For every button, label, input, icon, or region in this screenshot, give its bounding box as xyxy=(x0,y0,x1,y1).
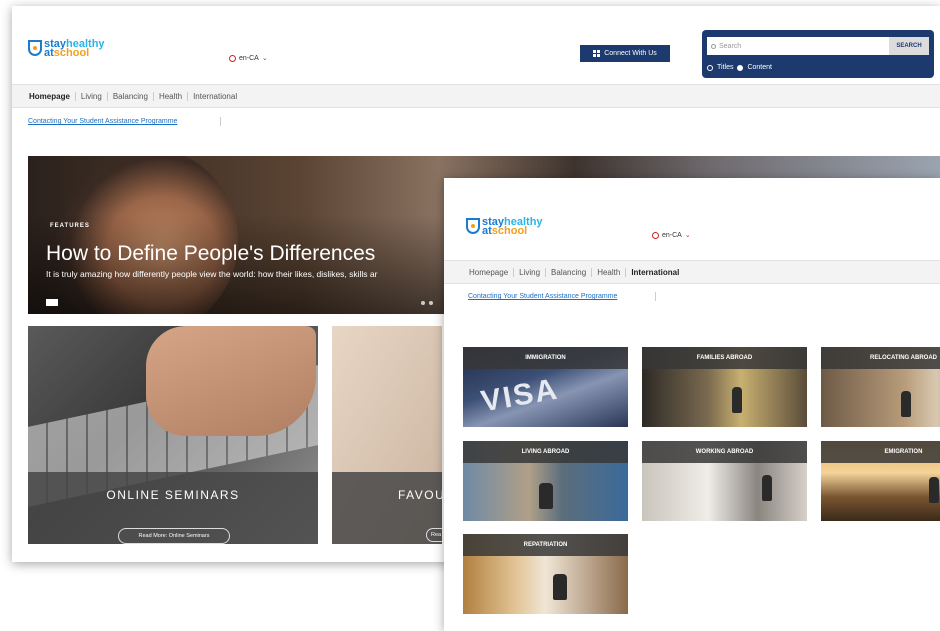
card-caption: ONLINE SEMINARS xyxy=(106,488,240,502)
hero-description: It is truly amazing how differently peop… xyxy=(46,269,378,279)
tile-label: LIVING ABROAD xyxy=(463,441,628,463)
tile-label: RELOCATING ABROAD xyxy=(821,347,940,369)
favourites-card[interactable]: FAVOU Rea xyxy=(332,326,442,544)
nav-international[interactable]: International xyxy=(188,92,242,101)
nav-balancing[interactable]: Balancing xyxy=(108,91,154,101)
nav-living[interactable]: Living xyxy=(514,267,547,277)
contact-sap-link[interactable]: Contacting Your Student Assistance Progr… xyxy=(28,118,177,125)
content-radio[interactable] xyxy=(737,64,744,71)
read-more-button[interactable]: Read More: Online Seminars xyxy=(118,528,230,544)
tile-emigration[interactable]: EMIGRATION xyxy=(821,441,940,521)
site-logo[interactable]: stayhealthy atschool xyxy=(28,39,105,59)
hero-badge: FEATURES xyxy=(50,223,90,229)
tile-label: FAMILIES ABROAD xyxy=(642,347,807,369)
search-panel: Search SEARCH Titles Content xyxy=(702,30,934,78)
nav-homepage[interactable]: Homepage xyxy=(464,267,515,277)
divider xyxy=(220,117,221,126)
main-nav: Homepage Living Balancing Health Interna… xyxy=(444,260,940,284)
tile-immigration[interactable]: VISA IMMIGRATION xyxy=(463,347,628,427)
globe-icon xyxy=(652,231,659,239)
search-button[interactable]: SEARCH xyxy=(889,37,929,55)
carousel-dots[interactable] xyxy=(421,301,433,305)
hero-title[interactable]: How to Define People's Differences xyxy=(46,242,375,266)
nav-living[interactable]: Living xyxy=(76,91,108,101)
nav-international[interactable]: International xyxy=(626,268,684,277)
nav-health[interactable]: Health xyxy=(592,267,627,277)
tile-label: WORKING ABROAD xyxy=(642,441,807,463)
tile-families-abroad[interactable]: FAMILIES ABROAD xyxy=(642,347,807,427)
international-window: stayhealthy atschool en-CA ⌄ Homepage Li… xyxy=(444,178,940,631)
language-selector[interactable]: en-CA ⌄ xyxy=(652,231,691,239)
search-input[interactable]: Search xyxy=(707,37,889,55)
connect-with-us-button[interactable]: Connect With Us xyxy=(580,45,670,62)
card-caption: FAVOU xyxy=(398,488,442,502)
site-logo[interactable]: stayhealthy atschool xyxy=(466,217,543,237)
grid-icon xyxy=(593,50,601,57)
language-label: en-CA xyxy=(239,54,259,62)
chevron-down-icon: ⌄ xyxy=(261,55,268,62)
nav-homepage[interactable]: Homepage xyxy=(24,91,76,101)
tile-label: EMIGRATION xyxy=(821,441,940,463)
search-options: Titles Content xyxy=(707,64,772,71)
contact-sap-link[interactable]: Contacting Your Student Assistance Progr… xyxy=(468,293,617,300)
language-label: en-CA xyxy=(662,231,682,239)
tile-label: REPATRIATION xyxy=(463,534,628,556)
nav-balancing[interactable]: Balancing xyxy=(546,267,593,277)
chevron-down-icon: ⌄ xyxy=(684,232,691,239)
tile-repatriation[interactable]: REPATRIATION xyxy=(463,534,628,614)
logo-shield-icon xyxy=(28,40,42,56)
pause-icon[interactable] xyxy=(46,299,58,306)
tile-working-abroad[interactable]: WORKING ABROAD xyxy=(642,441,807,521)
tile-living-abroad[interactable]: LIVING ABROAD xyxy=(463,441,628,521)
divider xyxy=(655,292,656,301)
language-selector[interactable]: en-CA ⌄ xyxy=(229,54,268,62)
card-image xyxy=(146,326,316,436)
logo-shield-icon xyxy=(466,218,480,234)
globe-icon xyxy=(229,54,236,62)
tile-label: IMMIGRATION xyxy=(463,347,628,369)
search-icon xyxy=(711,43,716,49)
online-seminars-card[interactable]: ONLINE SEMINARS Read More: Online Semina… xyxy=(28,326,318,544)
tile-relocating-abroad[interactable]: RELOCATING ABROAD xyxy=(821,347,940,427)
nav-health[interactable]: Health xyxy=(154,91,189,101)
visa-image-text: VISA xyxy=(478,372,562,419)
main-nav: Homepage Living Balancing Health Interna… xyxy=(12,84,940,108)
titles-radio[interactable] xyxy=(707,64,713,71)
read-more-button[interactable]: Rea xyxy=(426,528,442,542)
